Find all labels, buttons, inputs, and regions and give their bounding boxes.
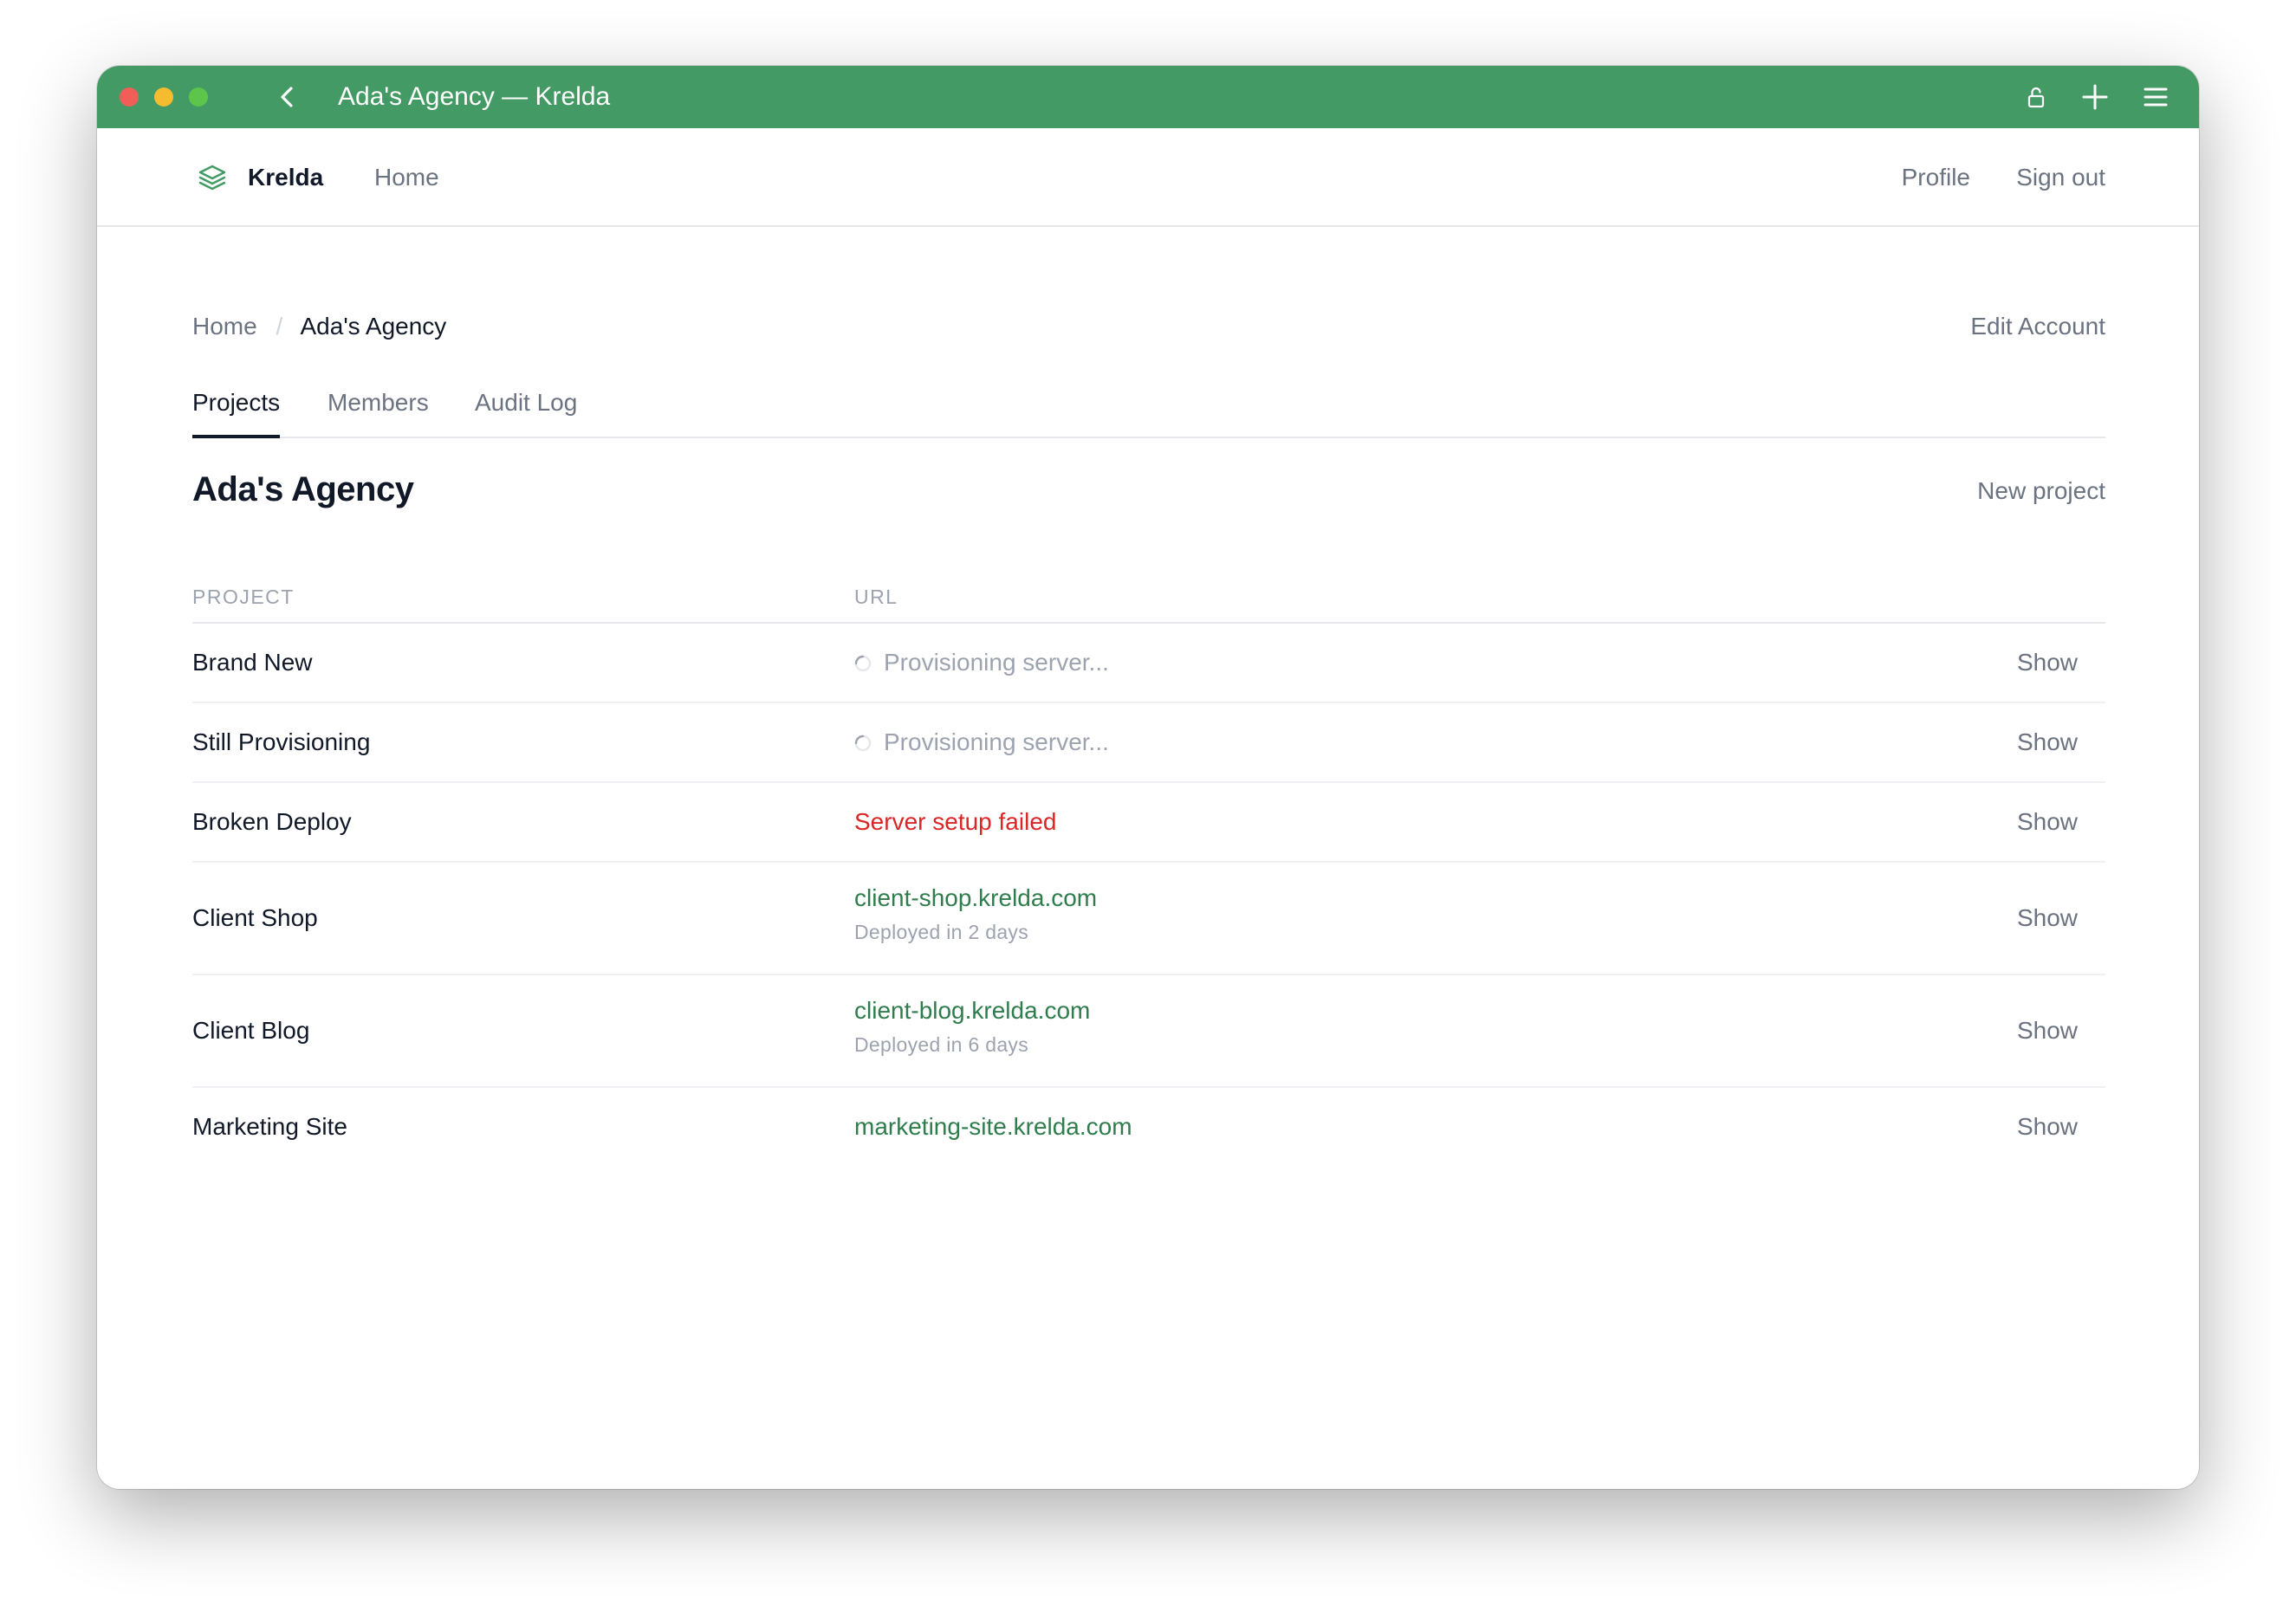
project-name: Marketing Site bbox=[192, 1113, 347, 1140]
project-name: Brand New bbox=[192, 649, 313, 676]
project-name: Broken Deploy bbox=[192, 808, 352, 835]
lock-icon[interactable] bbox=[2020, 81, 2052, 113]
show-project-link[interactable]: Show bbox=[2017, 646, 2078, 679]
nav-profile-link[interactable]: Profile bbox=[1902, 161, 1970, 194]
breadcrumb-home-link[interactable]: Home bbox=[192, 313, 257, 340]
back-arrow-icon[interactable] bbox=[272, 81, 303, 113]
project-url-link[interactable]: client-blog.krelda.com bbox=[854, 997, 1090, 1024]
show-project-link[interactable]: Show bbox=[2017, 806, 2078, 838]
project-url-cell: Server setup failed bbox=[854, 806, 1056, 838]
browser-window: Ada's Agency — Krelda Krelda Home Profil… bbox=[97, 66, 2199, 1489]
new-project-link[interactable]: New project bbox=[1977, 475, 2105, 508]
close-window-button[interactable] bbox=[120, 87, 139, 107]
breadcrumb: Home / Ada's Agency bbox=[192, 310, 446, 343]
window-title: Ada's Agency — Krelda bbox=[338, 82, 611, 111]
nav-sign-out-link[interactable]: Sign out bbox=[2016, 161, 2105, 194]
provisioning-status: Provisioning server... bbox=[884, 728, 1109, 755]
show-project-link[interactable]: Show bbox=[2017, 1014, 2078, 1047]
column-header-url: URL bbox=[854, 586, 898, 608]
deployed-timestamp: Deployed in 2 days bbox=[854, 921, 1029, 943]
project-url-cell: Provisioning server... bbox=[854, 726, 1109, 759]
plus-icon[interactable] bbox=[2079, 81, 2111, 113]
project-url-cell: Provisioning server... bbox=[854, 646, 1109, 679]
deployed-timestamp: Deployed in 6 days bbox=[854, 1033, 1029, 1056]
show-project-link[interactable]: Show bbox=[2017, 726, 2078, 759]
project-url-link[interactable]: marketing-site.krelda.com bbox=[854, 1113, 1132, 1140]
show-project-link[interactable]: Show bbox=[2017, 902, 2078, 935]
tab-members[interactable]: Members bbox=[328, 386, 429, 435]
hamburger-menu-icon[interactable] bbox=[2140, 81, 2171, 113]
loading-spinner-icon bbox=[854, 655, 872, 672]
project-name: Client Shop bbox=[192, 904, 318, 931]
project-name: Client Blog bbox=[192, 1017, 310, 1044]
breadcrumb-separator: / bbox=[276, 313, 283, 340]
provisioning-status: Provisioning server... bbox=[884, 649, 1109, 676]
breadcrumb-current: Ada's Agency bbox=[300, 313, 447, 340]
column-header-project: PROJECT bbox=[192, 586, 295, 608]
loading-spinner-icon bbox=[854, 735, 872, 752]
table-row: Broken Deploy Server setup failed Show bbox=[192, 783, 2105, 863]
table-header: PROJECT URL bbox=[192, 568, 2105, 624]
page-title: Ada's Agency bbox=[192, 470, 414, 508]
project-url-link[interactable]: client-shop.krelda.com bbox=[854, 884, 1097, 911]
tab-audit-log[interactable]: Audit Log bbox=[475, 386, 577, 435]
table-row: Client Blog client-blog.krelda.com Deplo… bbox=[192, 975, 2105, 1088]
table-row: Marketing Site marketing-site.krelda.com… bbox=[192, 1088, 2105, 1166]
projects-table: PROJECT URL Brand New Provisioning serve… bbox=[192, 568, 2105, 1166]
table-row: Client Shop client-shop.krelda.com Deplo… bbox=[192, 863, 2105, 975]
error-status: Server setup failed bbox=[854, 808, 1057, 835]
app-navbar: Krelda Home Profile Sign out bbox=[97, 128, 2199, 227]
minimize-window-button[interactable] bbox=[154, 87, 173, 107]
brand-name[interactable]: Krelda bbox=[248, 161, 323, 194]
nav-home-link[interactable]: Home bbox=[374, 161, 439, 194]
project-url-cell: marketing-site.krelda.com bbox=[854, 1110, 1132, 1143]
window-titlebar: Ada's Agency — Krelda bbox=[97, 66, 2199, 128]
tab-projects[interactable]: Projects bbox=[192, 386, 281, 438]
edit-account-link[interactable]: Edit Account bbox=[1970, 310, 2105, 343]
table-row: Still Provisioning Provisioning server..… bbox=[192, 703, 2105, 783]
tab-bar: Projects Members Audit Log bbox=[192, 381, 2105, 438]
maximize-window-button[interactable] bbox=[189, 87, 208, 107]
layers-logo-icon[interactable] bbox=[198, 163, 227, 192]
table-row: Brand New Provisioning server... Show bbox=[192, 624, 2105, 703]
project-name: Still Provisioning bbox=[192, 728, 371, 755]
project-url-cell: client-blog.krelda.com Deployed in 6 day… bbox=[854, 994, 1090, 1058]
project-url-cell: client-shop.krelda.com Deployed in 2 day… bbox=[854, 882, 1097, 946]
show-project-link[interactable]: Show bbox=[2017, 1110, 2078, 1143]
